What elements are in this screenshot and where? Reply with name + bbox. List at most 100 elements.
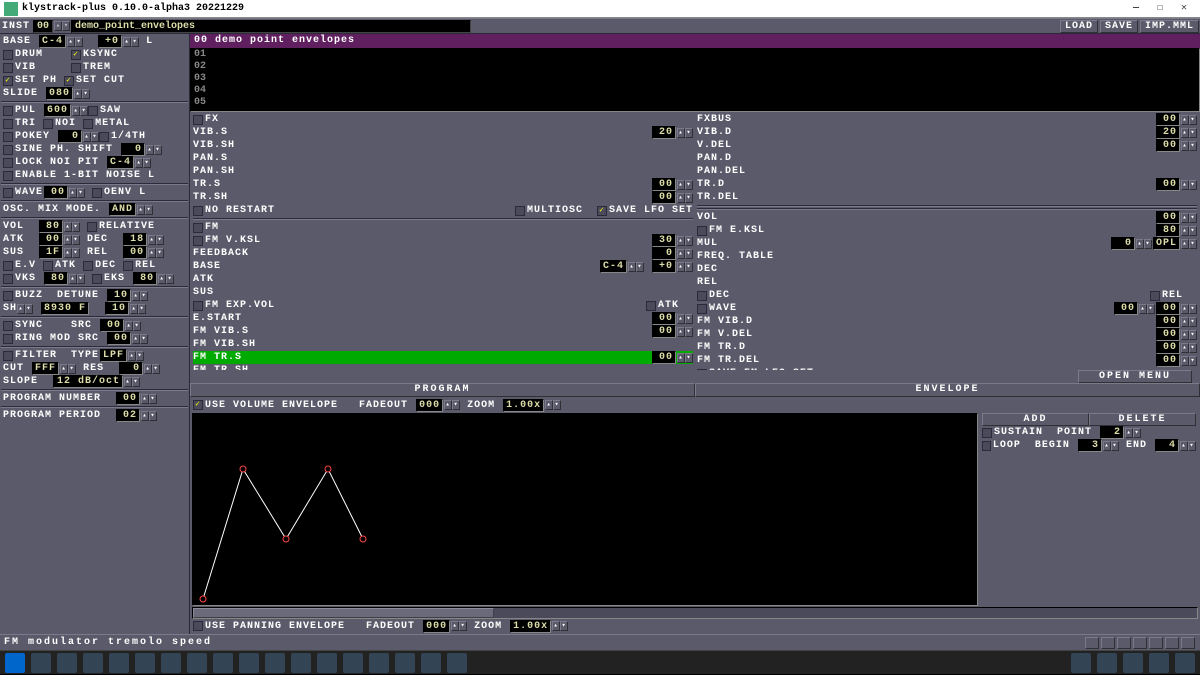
param-fxbus[interactable]: FXBUS00▴▾: [697, 113, 1197, 126]
trem-checkbox[interactable]: [71, 63, 81, 73]
import-mml-button[interactable]: IMP.MML: [1140, 20, 1199, 33]
decr-checkbox[interactable]: [697, 291, 707, 301]
param-pandel[interactable]: PAN.DEL: [697, 165, 1197, 178]
param-fmvdel[interactable]: FM V.DEL00▴▾: [697, 328, 1197, 341]
zoom-value[interactable]: 1.00x: [503, 399, 544, 412]
taskbar-icon[interactable]: [369, 653, 389, 673]
buzz-checkbox[interactable]: [3, 291, 13, 301]
loop-begin[interactable]: 3: [1078, 439, 1102, 452]
param-fm[interactable]: FM: [193, 221, 693, 234]
dec-value[interactable]: 18: [123, 233, 147, 246]
param-rel[interactable]: REL: [697, 276, 1197, 289]
taskbar-icon[interactable]: [57, 653, 77, 673]
tray-icon[interactable]: [1175, 653, 1195, 673]
tray-icon[interactable]: [1149, 653, 1169, 673]
fmvksl-value[interactable]: 30: [652, 234, 676, 247]
pan-fadeout-value[interactable]: 000: [423, 620, 450, 633]
taskbar-icon[interactable]: [161, 653, 181, 673]
taskbar-icon[interactable]: [83, 653, 103, 673]
param-decr[interactable]: DECREL: [697, 289, 1197, 302]
oscmix-value[interactable]: AND: [109, 203, 136, 216]
tab-program[interactable]: PROGRAM: [190, 383, 695, 397]
delete-point-button[interactable]: DELETE: [1089, 413, 1196, 426]
param-fmeksl[interactable]: FM E.KSL80▴▾: [697, 224, 1197, 237]
minimize-button[interactable]: —: [1124, 1, 1148, 17]
fmvibs-value[interactable]: 00: [652, 325, 676, 338]
status-icon[interactable]: [1117, 637, 1131, 649]
param-trdel[interactable]: TR.DEL: [697, 191, 1197, 204]
pokey-value[interactable]: 0: [58, 130, 82, 143]
trd-value[interactable]: 00: [1156, 178, 1180, 191]
taskbar-icon[interactable]: [291, 653, 311, 673]
sh-value[interactable]: 8930 F: [41, 302, 89, 315]
sine-checkbox[interactable]: [3, 145, 13, 155]
taskbar-icon[interactable]: [109, 653, 129, 673]
lock-toggle[interactable]: L: [146, 36, 153, 47]
list-item[interactable]: 03: [191, 73, 1199, 85]
pan-zoom-value[interactable]: 1.00x: [510, 620, 551, 633]
pulse-value[interactable]: 600: [44, 104, 71, 117]
noi-checkbox[interactable]: [43, 119, 53, 129]
slide-value[interactable]: 080: [46, 87, 73, 100]
param-wave[interactable]: WAVE00▴▾00▴▾: [697, 302, 1197, 315]
param-pand[interactable]: PAN.D: [697, 152, 1197, 165]
save-button[interactable]: SAVE: [1100, 20, 1138, 33]
base-fine[interactable]: +0: [98, 35, 122, 48]
taskbar-icon[interactable]: [421, 653, 441, 673]
tray-icon[interactable]: [1123, 653, 1143, 673]
maximize-button[interactable]: ☐: [1148, 1, 1172, 17]
param-estart[interactable]: E.START00▴▾: [193, 312, 693, 325]
param-feedback[interactable]: FEEDBACK0▴▾: [193, 247, 693, 260]
tray-icon[interactable]: [1097, 653, 1117, 673]
vibd-value[interactable]: 20: [1156, 126, 1180, 139]
use-panning-env-checkbox[interactable]: [193, 621, 203, 631]
oenv-checkbox[interactable]: [92, 188, 102, 198]
fmtrs-value[interactable]: 00: [652, 351, 676, 364]
sync-src-value[interactable]: 00: [100, 319, 124, 332]
inst-number[interactable]: 00: [33, 20, 53, 33]
trsh-value[interactable]: 00: [652, 191, 676, 204]
vks-value[interactable]: 80: [44, 272, 68, 285]
wave-value[interactable]: 00: [1114, 302, 1138, 315]
ring-src-value[interactable]: 00: [107, 332, 131, 345]
filter-checkbox[interactable]: [3, 351, 13, 361]
taskbar-icon[interactable]: [31, 653, 51, 673]
param-pans[interactable]: PAN.S: [193, 152, 693, 165]
fmvibd-value[interactable]: 00: [1156, 315, 1180, 328]
param-sus[interactable]: SUS: [193, 286, 693, 299]
param-mul[interactable]: MUL0▴▾OPL▴▾: [697, 237, 1197, 250]
taskbar-icon[interactable]: [447, 653, 467, 673]
drum-checkbox[interactable]: [3, 50, 13, 60]
param-fmexp[interactable]: FM EXP.VOLATK: [193, 299, 693, 312]
setph-checkbox[interactable]: [3, 76, 13, 86]
list-item[interactable]: 05: [191, 97, 1199, 109]
tab-envelope[interactable]: ENVELOPE: [695, 383, 1200, 397]
fmexp-checkbox[interactable]: [193, 301, 203, 311]
saw-checkbox[interactable]: [88, 106, 98, 116]
param-trs[interactable]: TR.S00▴▾: [193, 178, 693, 191]
base-note[interactable]: C-4: [39, 35, 66, 48]
sus-value[interactable]: 1F: [39, 246, 63, 259]
envelope-scrollbar[interactable]: [192, 607, 1198, 619]
start-button[interactable]: [5, 653, 25, 673]
quarter-checkbox[interactable]: [99, 132, 109, 142]
restart-checkbox[interactable]: [193, 206, 203, 216]
tri-checkbox[interactable]: [3, 119, 13, 129]
res-value[interactable]: 0: [119, 362, 143, 375]
loop-checkbox[interactable]: [982, 441, 991, 451]
filter-type[interactable]: LPF: [100, 349, 127, 362]
sine-value[interactable]: 0: [121, 143, 145, 156]
taskbar-icon[interactable]: [213, 653, 233, 673]
pokey-checkbox[interactable]: [3, 132, 13, 142]
status-icon[interactable]: [1165, 637, 1179, 649]
cutoff-value[interactable]: FFF: [32, 362, 59, 375]
slope-value[interactable]: 12 dB/oct: [53, 375, 123, 388]
progper-value[interactable]: 02: [116, 409, 140, 422]
param-fx[interactable]: FX: [193, 113, 693, 126]
setcut-checkbox[interactable]: [64, 76, 74, 86]
fmeksl-checkbox[interactable]: [697, 226, 707, 236]
param-vol[interactable]: VOL00▴▾: [697, 211, 1197, 224]
param-atk[interactable]: ATK: [193, 273, 693, 286]
fm-checkbox[interactable]: [193, 223, 203, 233]
taskbar-icon[interactable]: [343, 653, 363, 673]
